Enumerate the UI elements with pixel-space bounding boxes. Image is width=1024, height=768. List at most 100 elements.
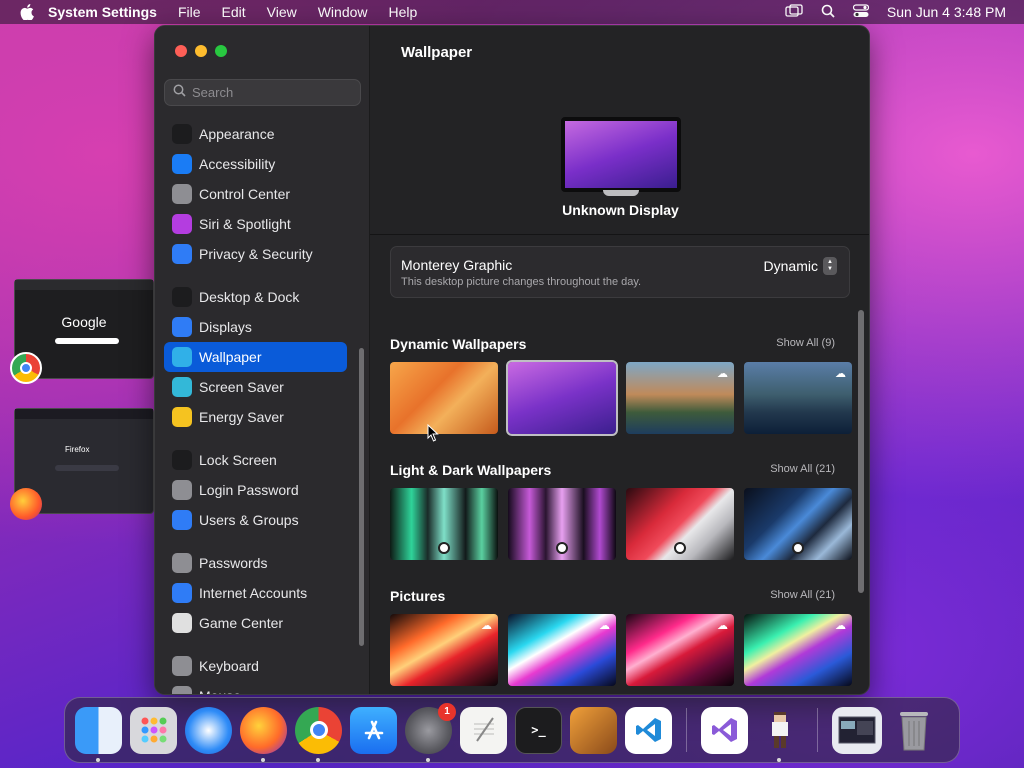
display-name: Unknown Display <box>562 202 679 218</box>
sidebar: Appearance Accessibility Control Center Sir… <box>155 26 370 694</box>
search-input[interactable] <box>192 85 352 100</box>
sidebar-item-users-groups[interactable]: Users & Groups <box>164 505 347 535</box>
firefox-search-bar <box>55 465 119 471</box>
download-cloud-icon[interactable]: ☁ <box>481 619 492 632</box>
vscode-icon[interactable] <box>625 706 672 754</box>
sidebar-item-privacy-security[interactable]: Privacy & Security <box>164 239 347 269</box>
sidebar-item-label: Passwords <box>199 555 268 571</box>
finder-icon[interactable] <box>75 706 122 762</box>
wallpaper-thumb-macbook-pro-orange[interactable]: ☁ <box>390 614 498 686</box>
sidebar-item-internet-accounts[interactable]: Internet Accounts <box>164 578 347 608</box>
dynamic-wallpapers-title: Dynamic Wallpapers <box>390 336 527 352</box>
wallpaper-thumb-macbook-pro-pink[interactable]: ☁ <box>626 614 734 686</box>
screen-mirroring-icon[interactable] <box>785 3 803 21</box>
chrome-app-icon[interactable] <box>10 352 42 384</box>
download-cloud-icon[interactable]: ☁ <box>717 367 728 380</box>
edit-menu[interactable]: Edit <box>222 4 246 20</box>
current-wallpaper-description: This desktop picture changes throughout … <box>401 276 642 288</box>
sidebar-item-passwords[interactable]: Passwords <box>164 548 347 578</box>
wallpaper-thumb-catalina-coast[interactable]: ☁ <box>626 362 734 434</box>
keyboard-icon <box>172 656 192 676</box>
wallpaper-thumb-macbook-pro-cyan[interactable]: ☁ <box>508 614 616 686</box>
firefox-logo-text: Firefox <box>65 445 90 454</box>
wallpaper-thumb-catalina-island[interactable]: ☁ <box>744 362 852 434</box>
sidebar-item-control-center[interactable]: Control Center <box>164 179 347 209</box>
wallpaper-thumb-ventura-orange[interactable] <box>390 362 498 434</box>
file-menu[interactable]: File <box>178 4 201 20</box>
google-search-bar <box>55 338 119 344</box>
sidebar-item-wallpaper[interactable]: Wallpaper <box>164 342 347 372</box>
search-icon <box>173 84 186 102</box>
launchpad-icon[interactable] <box>130 706 177 754</box>
dock-separator <box>817 708 818 752</box>
close-button[interactable] <box>175 45 187 57</box>
search-field[interactable] <box>164 79 361 106</box>
view-menu[interactable]: View <box>267 4 297 20</box>
show-all-light-dark-button[interactable]: Show All (21) <box>770 463 835 475</box>
menu-bar-clock[interactable]: Sun Jun 4 3:48 PM <box>887 4 1006 20</box>
light-dark-mode-icon <box>556 542 568 554</box>
sidebar-item-label: Appearance <box>199 126 275 142</box>
sidebar-item-keyboard[interactable]: Keyboard <box>164 651 347 681</box>
download-cloud-icon[interactable]: ☁ <box>599 619 610 632</box>
terminal-icon[interactable]: >_ <box>515 706 562 754</box>
sidebar-item-screen-saver[interactable]: Screen Saver <box>164 372 347 402</box>
download-cloud-icon[interactable]: ☁ <box>835 619 846 632</box>
safari-compass-icon[interactable] <box>185 706 232 754</box>
wallpaper-thumb-macbook-purple[interactable] <box>508 488 616 560</box>
wallpaper-thumb-monterey-graphic[interactable] <box>506 360 618 436</box>
screenshot-window-icon[interactable] <box>832 706 882 754</box>
firefox-app-icon[interactable] <box>10 488 42 520</box>
appearance-icon <box>172 124 192 144</box>
monitor-preview[interactable] <box>561 117 681 192</box>
window-menu[interactable]: Window <box>318 4 368 20</box>
sidebar-item-displays[interactable]: Displays <box>164 312 347 342</box>
app-name-menu[interactable]: System Settings <box>48 4 157 20</box>
pixel-character-icon[interactable] <box>756 707 803 762</box>
content-scrollbar[interactable] <box>858 310 864 593</box>
sidebar-item-label: Privacy & Security <box>199 246 313 262</box>
wallpaper-thumb-macbook-pro-green[interactable]: ☁ <box>744 614 852 686</box>
system-settings-gear-icon[interactable]: 1 <box>405 702 456 762</box>
visual-studio-icon[interactable] <box>701 706 748 754</box>
show-all-dynamic-button[interactable]: Show All (9) <box>776 337 835 349</box>
screen-saver-icon <box>172 377 192 397</box>
sidebar-item-label: Mouse <box>199 688 241 694</box>
minimize-button[interactable] <box>195 45 207 57</box>
apple-menu-icon[interactable] <box>18 4 36 20</box>
spotlight-search-icon[interactable] <box>821 4 835 21</box>
textedit-icon[interactable] <box>460 706 507 754</box>
app-store-icon[interactable] <box>350 706 397 754</box>
sidebar-item-appearance[interactable]: Appearance <box>164 119 347 149</box>
desktop-dock-icon <box>172 287 192 307</box>
trash-icon[interactable] <box>890 707 937 754</box>
sidebar-item-desktop-dock[interactable]: Desktop & Dock <box>164 282 347 312</box>
download-cloud-icon[interactable]: ☁ <box>835 367 846 380</box>
page-title: Wallpaper <box>401 44 473 61</box>
firefox-dock-icon[interactable] <box>240 706 287 762</box>
sidebar-item-energy-saver[interactable]: Energy Saver <box>164 402 347 432</box>
help-menu[interactable]: Help <box>389 4 418 20</box>
wallpaper-thumb-sonoma-red[interactable] <box>626 488 734 560</box>
sidebar-item-accessibility[interactable]: Accessibility <box>164 149 347 179</box>
sidebar-item-game-center[interactable]: Game Center <box>164 608 347 638</box>
garageband-guitar-icon[interactable] <box>570 706 617 754</box>
control-center-icon[interactable] <box>852 3 870 21</box>
download-cloud-icon[interactable]: ☁ <box>717 619 728 632</box>
zoom-button[interactable] <box>215 45 227 57</box>
sidebar-item-siri-spotlight[interactable]: Siri & Spotlight <box>164 209 347 239</box>
sidebar-scrollbar[interactable] <box>359 348 364 646</box>
sidebar-item-login-password[interactable]: Login Password <box>164 475 347 505</box>
accessibility-icon <box>172 154 192 174</box>
chrome-dock-icon[interactable] <box>295 706 342 762</box>
appearance-mode-popup[interactable]: Dynamic ▲ ▼ <box>764 257 837 275</box>
light-dark-wallpapers-title: Light & Dark Wallpapers <box>390 462 552 478</box>
sidebar-item-lock-screen[interactable]: Lock Screen <box>164 445 347 475</box>
window-controls <box>175 45 227 57</box>
sidebar-item-mouse[interactable]: Mouse <box>164 681 347 694</box>
wallpaper-thumb-macbook-green[interactable] <box>390 488 498 560</box>
show-all-pictures-button[interactable]: Show All (21) <box>770 589 835 601</box>
wallpaper-thumb-sonoma-blue[interactable] <box>744 488 852 560</box>
